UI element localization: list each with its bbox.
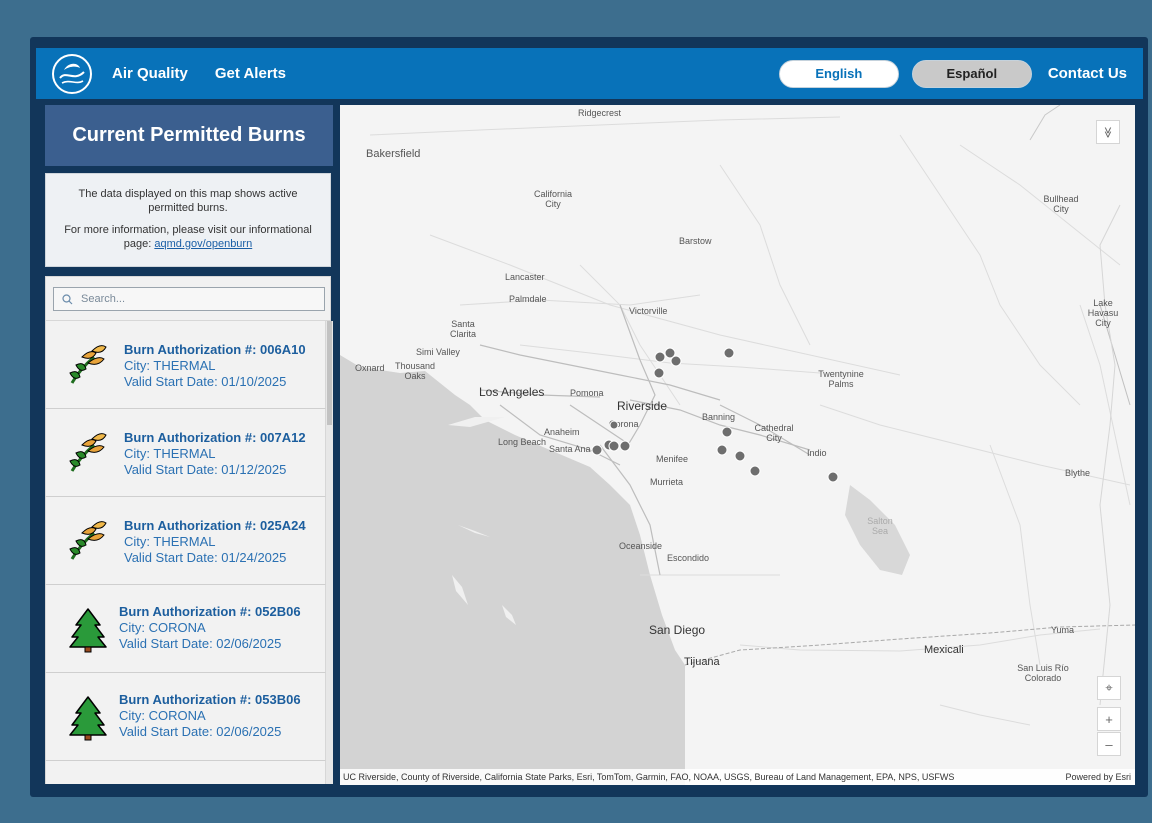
burn-city: City: THERMAL xyxy=(124,446,216,461)
scrollbar-thumb[interactable] xyxy=(327,321,332,425)
burns-sidebar: Current Permitted Burns The data display… xyxy=(45,105,333,785)
minus-icon: – xyxy=(1105,736,1113,752)
burn-marker[interactable] xyxy=(716,444,728,456)
burn-card[interactable]: Burn Authorization #: 053B06 City: CORON… xyxy=(45,673,326,761)
burn-card[interactable]: Burn Authorization #: 052B06 City: CORON… xyxy=(45,585,326,673)
search-icon xyxy=(62,293,73,304)
contact-us-link[interactable]: Contact Us xyxy=(1048,65,1127,82)
burn-card[interactable]: Burn Authorization #: 007A12 City: THERM… xyxy=(45,409,326,497)
burn-card-text: Burn Authorization #: 007A12 City: THERM… xyxy=(124,430,306,478)
burn-date: Valid Start Date: 02/06/2025 xyxy=(119,636,282,651)
nav-air-quality[interactable]: Air Quality xyxy=(112,65,188,82)
burn-card[interactable]: Burn Authorization #: 006A10 City: THERM… xyxy=(45,321,326,409)
burn-city: City: CORONA xyxy=(119,620,206,635)
panel-title: Current Permitted Burns xyxy=(45,105,333,166)
espanol-button[interactable]: Español xyxy=(911,59,1032,88)
burn-date: Valid Start Date: 01/24/2025 xyxy=(124,550,287,565)
zoom-out-button[interactable]: – xyxy=(1097,732,1121,756)
burn-date: Valid Start Date: 01/12/2025 xyxy=(124,462,287,477)
burn-id: Burn Authorization #: 053B06 xyxy=(119,692,301,707)
burn-map[interactable]: Ridgecrest Bakersfield California City B… xyxy=(340,105,1135,785)
burn-date: Valid Start Date: 01/10/2025 xyxy=(124,374,287,389)
list-scrollbar[interactable] xyxy=(326,321,333,784)
burn-id: Burn Authorization #: 025A24 xyxy=(124,518,306,533)
powered-by-esri[interactable]: Powered by Esri xyxy=(1065,769,1131,785)
burn-card[interactable] xyxy=(45,761,326,784)
burn-marker[interactable] xyxy=(827,471,839,483)
openburn-link[interactable]: aqmd.gov/openburn xyxy=(154,238,252,250)
burn-city: City: THERMAL xyxy=(124,534,216,549)
burn-card-text: Burn Authorization #: 006A10 City: THERM… xyxy=(124,342,306,390)
zoom-in-button[interactable]: + xyxy=(1097,707,1121,731)
burn-marker[interactable] xyxy=(654,351,666,363)
burn-card[interactable]: Burn Authorization #: 025A24 City: THERM… xyxy=(45,497,326,585)
burn-date: Valid Start Date: 02/06/2025 xyxy=(119,724,282,739)
english-button[interactable]: English xyxy=(778,59,899,88)
search-container xyxy=(45,276,331,321)
top-navbar: Air Quality Get Alerts English Español C… xyxy=(36,48,1143,99)
info-text: The data displayed on this map shows act… xyxy=(78,188,298,214)
burn-marker[interactable] xyxy=(670,355,682,367)
burn-card-text: Burn Authorization #: 053B06 City: CORON… xyxy=(119,692,301,740)
burn-markers xyxy=(591,347,839,483)
wheat-icon xyxy=(69,345,107,384)
burn-list[interactable]: Burn Authorization #: 006A10 City: THERM… xyxy=(45,321,333,784)
burn-marker[interactable] xyxy=(749,465,761,477)
burn-card-text: Burn Authorization #: 052B06 City: CORON… xyxy=(119,604,301,652)
search-box[interactable] xyxy=(53,287,325,311)
burn-marker[interactable] xyxy=(609,420,619,430)
wheat-icon xyxy=(69,433,107,472)
burn-marker[interactable] xyxy=(653,367,665,379)
burn-marker[interactable] xyxy=(591,444,603,456)
burn-marker[interactable] xyxy=(608,440,620,452)
burn-city: City: CORONA xyxy=(119,708,206,723)
locate-icon: ⌖ xyxy=(1105,680,1113,695)
app-frame: Air Quality Get Alerts English Español C… xyxy=(30,37,1148,797)
info-box: The data displayed on this map shows act… xyxy=(45,173,331,267)
nav-get-alerts[interactable]: Get Alerts xyxy=(215,65,286,82)
attribution-text: UC Riverside, County of Riverside, Calif… xyxy=(343,772,955,782)
info-more: For more information, please visit our i… xyxy=(58,223,318,251)
burn-id: Burn Authorization #: 006A10 xyxy=(124,342,306,357)
burn-id: Burn Authorization #: 007A12 xyxy=(124,430,306,445)
collapse-panel-button[interactable]: ≫ xyxy=(1096,120,1120,144)
burn-marker[interactable] xyxy=(734,450,746,462)
burn-card-text: Burn Authorization #: 025A24 City: THERM… xyxy=(124,518,306,566)
burn-id: Burn Authorization #: 052B06 xyxy=(119,604,301,619)
tree-icon xyxy=(69,696,107,741)
plus-icon: + xyxy=(1105,711,1113,727)
aqmd-logo-icon[interactable] xyxy=(50,52,94,96)
burn-city: City: THERMAL xyxy=(124,358,216,373)
tree-icon xyxy=(69,608,107,653)
burn-marker[interactable] xyxy=(723,347,735,359)
burn-marker[interactable] xyxy=(619,440,631,452)
wheat-icon xyxy=(69,521,107,560)
burn-marker[interactable] xyxy=(721,426,733,438)
search-input[interactable] xyxy=(79,292,313,306)
map-attribution: UC Riverside, County of Riverside, Calif… xyxy=(340,769,1135,785)
chevron-double-down-icon: ≫ xyxy=(1101,126,1114,138)
locate-button[interactable]: ⌖ xyxy=(1097,676,1121,700)
